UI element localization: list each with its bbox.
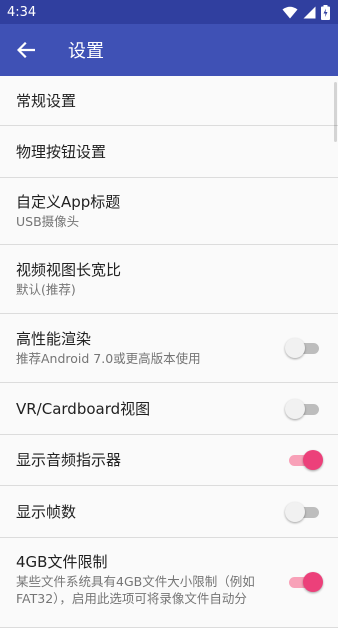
setting-title: 常规设置 [16, 91, 77, 110]
setting-title: 显示音频指示器 [16, 451, 122, 469]
switch-thumb [285, 398, 305, 419]
setting-title: VR/Cardboard视图 [16, 399, 151, 418]
setting-title: 自定义App标题 [16, 193, 121, 211]
switch-thumb [285, 338, 305, 358]
setting-title: 4GB文件限制 [16, 553, 108, 571]
setting-summary: 推荐Android 7.0或更高版本使用 [16, 351, 201, 366]
setting-title: 显示帧数 [16, 502, 77, 521]
setting-title: 物理按钮设置 [16, 142, 107, 161]
setting-show-fps[interactable]: 显示帧数 [0, 486, 338, 538]
setting-custom-app-title[interactable]: 自定义App标题 USB摄像头 [0, 178, 338, 245]
setting-summary: 某些文件系统具有4GB文件大小限制（例如FAT32），启用此选项可将录像文件自动… [16, 574, 255, 606]
signal-icon [303, 6, 316, 18]
audio-indicator-switch[interactable] [286, 449, 323, 471]
setting-4gb-file-limit[interactable]: 4GB文件限制 某些文件系统具有4GB文件大小限制（例如FAT32），启用此选项… [0, 538, 338, 628]
settings-list: 常规设置 物理按钮设置 自定义App标题 USB摄像头 视频视图长宽比 默认(推… [0, 76, 338, 628]
setting-summary: USB摄像头 [16, 214, 80, 229]
setting-vr-cardboard[interactable]: VR/Cardboard视图 [0, 383, 338, 435]
setting-high-performance-render[interactable]: 高性能渲染 推荐Android 7.0或更高版本使用 [0, 314, 338, 383]
switch-thumb [303, 450, 323, 470]
show-fps-switch[interactable] [285, 501, 322, 523]
scrollbar[interactable] [334, 82, 337, 142]
switch-thumb [303, 572, 323, 592]
page-title: 设置 [68, 41, 104, 62]
setting-title: 高性能渲染 [16, 330, 92, 348]
status-time: 4:34 [7, 4, 37, 20]
status-icons [282, 4, 330, 20]
setting-summary: 默认(推荐) [16, 282, 76, 297]
setting-audio-indicator[interactable]: 显示音频指示器 [0, 435, 338, 486]
vr-cardboard-switch[interactable] [285, 398, 322, 420]
switch-thumb [285, 501, 305, 522]
high-performance-render-switch[interactable] [285, 337, 322, 359]
arrow-left-icon [17, 42, 35, 58]
setting-aspect-ratio[interactable]: 视频视图长宽比 默认(推荐) [0, 245, 338, 314]
setting-physical-buttons[interactable]: 物理按钮设置 [0, 126, 338, 178]
battery-charging-icon [321, 4, 330, 20]
setting-title: 视频视图长宽比 [16, 261, 122, 279]
back-button[interactable] [0, 24, 52, 76]
setting-general[interactable]: 常规设置 [0, 76, 338, 126]
4gb-file-limit-switch[interactable] [286, 571, 323, 593]
app-bar: 设置 [0, 24, 338, 76]
wifi-icon [282, 6, 298, 18]
status-bar: 4:34 [0, 0, 338, 24]
